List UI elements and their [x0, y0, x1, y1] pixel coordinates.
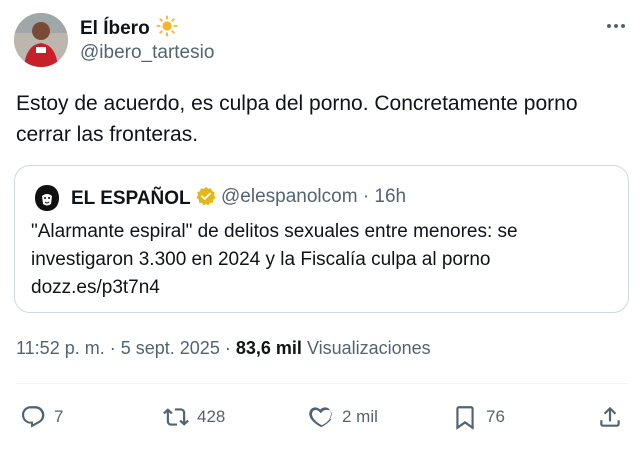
meta-separator-2: ·: [224, 338, 231, 358]
quoted-line-2: investigaron 3.300 en 2024 y la Fiscalía…: [31, 249, 491, 270]
retweet-count: 428: [197, 407, 226, 426]
tweet-time[interactable]: 11:52 p. m.: [16, 338, 105, 358]
quoted-name-text[interactable]: EL ESPAÑOL: [71, 188, 191, 210]
views-label: Visualizaciones: [306, 338, 431, 358]
reply-button[interactable]: 7: [20, 402, 63, 432]
retweet-icon: [163, 408, 189, 426]
quoted-meta: @elespanolcom · 16h: [221, 186, 406, 208]
display-name[interactable]: El Íbero: [80, 15, 178, 43]
verified-badge-icon: [196, 186, 216, 212]
share-icon: [600, 406, 620, 427]
tweet-meta: 11:52 p. m. · 5 sept. 2025 · 83,6 mil Vi…: [16, 338, 431, 359]
retweet-button[interactable]: 428: [163, 402, 225, 432]
avatar[interactable]: [14, 13, 68, 67]
quoted-tweet[interactable]: EL ESPAÑOL @elespanolcom · 16h "Alarmant…: [14, 165, 629, 313]
reply-count: 7: [54, 407, 64, 426]
quoted-avatar[interactable]: [31, 182, 63, 214]
quoted-time[interactable]: 16h: [374, 186, 406, 207]
tweet-date[interactable]: 5 sept. 2025: [121, 338, 220, 358]
quoted-handle[interactable]: @elespanolcom: [221, 186, 358, 207]
quoted-link[interactable]: dozz.es/p3t7n4: [31, 274, 611, 302]
like-button[interactable]: 2 mil: [308, 402, 378, 432]
quoted-separator: ·: [362, 186, 370, 207]
share-button[interactable]: [597, 402, 623, 432]
display-name-text[interactable]: El Íbero: [80, 18, 150, 40]
like-count: 2 mil: [342, 407, 378, 426]
bookmark-count: 76: [486, 407, 505, 426]
sun-icon: [156, 15, 178, 43]
reply-icon: [21, 406, 45, 428]
more-options-icon[interactable]: [606, 16, 626, 36]
quoted-name[interactable]: EL ESPAÑOL: [71, 186, 216, 212]
quoted-text: "Alarmante espiral" de delitos sexuales …: [31, 218, 611, 302]
quoted-line-1: "Alarmante espiral" de delitos sexuales …: [31, 221, 518, 242]
divider: [16, 383, 628, 384]
meta-separator: ·: [109, 338, 116, 358]
lion-logo-icon: [31, 182, 63, 214]
bookmark-button[interactable]: 76: [452, 402, 505, 432]
bookmark-icon: [456, 406, 474, 430]
tweet-text: Estoy de acuerdo, es culpa del porno. Co…: [16, 92, 578, 146]
views-count: 83,6 mil: [235, 338, 302, 358]
user-handle[interactable]: @ibero_tartesio: [80, 42, 214, 64]
heart-icon: [309, 407, 332, 428]
